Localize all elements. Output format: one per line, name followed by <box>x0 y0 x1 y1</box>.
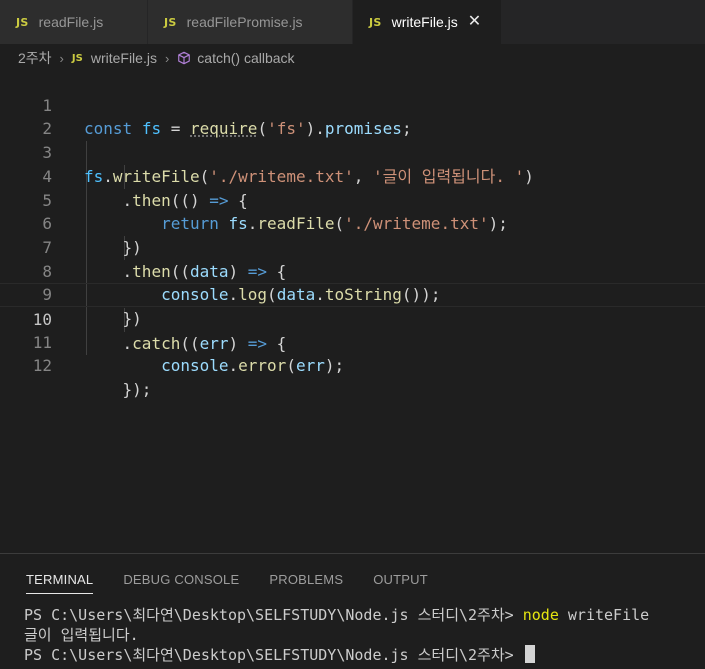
code-editor[interactable]: 1 const fs = require('fs').promises; 2 3… <box>0 70 705 399</box>
terminal-command: node <box>522 606 559 624</box>
terminal-command-arg: writeFile <box>558 606 650 624</box>
tab-label: writeFile.js <box>391 14 458 30</box>
terminal-cursor <box>524 645 535 663</box>
code-text: }); <box>122 380 152 400</box>
terminal-prompt: PS C:\Users\최다연\Desktop\SELFSTUDY\Node.j… <box>24 646 523 664</box>
terminal-line: PS C:\Users\최다연\Desktop\SELFSTUDY\Node.j… <box>24 645 649 665</box>
code-line: 4 .then(() => { <box>0 141 705 210</box>
code-line: 8 console.log(data.toString()); <box>0 236 705 305</box>
panel-tab-bar: TERMINAL DEBUG CONSOLE PROBLEMS OUTPUT <box>0 554 458 604</box>
chevron-right-icon: › <box>164 50 170 66</box>
line-number: 12 <box>32 356 52 376</box>
tab-output[interactable]: OUTPUT <box>373 572 428 587</box>
code-line: 6 }) <box>0 189 705 257</box>
tab-problems[interactable]: PROBLEMS <box>269 572 343 587</box>
terminal-panel: TERMINAL DEBUG CONSOLE PROBLEMS OUTPUT P… <box>0 553 705 669</box>
terminal-line: 글이 입력됩니다. <box>24 626 139 644</box>
terminal-line: PS C:\Users\최다연\Desktop\SELFSTUDY\Node.j… <box>24 605 649 625</box>
breadcrumb: 2주차 › JS writeFile.js › catch() callback <box>0 44 705 72</box>
code-line: 9 }) <box>0 260 705 328</box>
tab-terminal[interactable]: TERMINAL <box>26 572 94 594</box>
method-cube-icon <box>178 51 191 65</box>
tab-readfilepromise[interactable]: JS readFilePromise.js <box>148 0 353 44</box>
js-file-icon: JS <box>71 52 83 64</box>
code-line: 3 fs.writeFile('./writeme.txt', '글이 입력됩니… <box>0 117 705 186</box>
terminal-prompt: PS C:\Users\최다연\Desktop\SELFSTUDY\Node.j… <box>24 606 523 624</box>
tab-label: readFilePromise.js <box>186 14 303 30</box>
js-file-icon: JS <box>16 15 29 29</box>
code-text: console.error(err); <box>161 356 345 376</box>
js-file-icon: JS <box>369 15 382 29</box>
tab-debug-console[interactable]: DEBUG CONSOLE <box>123 572 239 587</box>
breadcrumb-file[interactable]: writeFile.js <box>91 50 157 66</box>
close-icon[interactable]: ✕ <box>468 14 481 30</box>
breadcrumb-folder[interactable]: 2주차 <box>18 48 52 68</box>
code-line: 5 return fs.readFile('./writeme.txt'); <box>0 165 705 234</box>
code-line: 2 <box>0 94 705 138</box>
terminal-output[interactable]: PS C:\Users\최다연\Desktop\SELFSTUDY\Node.j… <box>24 605 649 665</box>
code-line: 12 }); <box>0 331 705 399</box>
tab-readfile[interactable]: JS readFile.js <box>0 0 148 44</box>
code-line: 11 console.error(err); <box>0 307 705 376</box>
code-line-current: 10 .catch((err) => { <box>0 283 705 353</box>
tab-label: readFile.js <box>38 14 104 30</box>
tab-writefile[interactable]: JS writeFile.js ✕ <box>353 0 502 44</box>
chevron-right-icon: › <box>59 50 64 66</box>
code-line: 1 const fs = require('fs').promises; <box>0 70 705 139</box>
js-file-icon: JS <box>164 15 177 29</box>
editor-tab-bar: JS readFile.js JS readFilePromise.js JS … <box>0 0 705 44</box>
code-line: 7 .then((data) => { <box>0 212 705 281</box>
breadcrumb-symbol[interactable]: catch() callback <box>197 50 294 66</box>
